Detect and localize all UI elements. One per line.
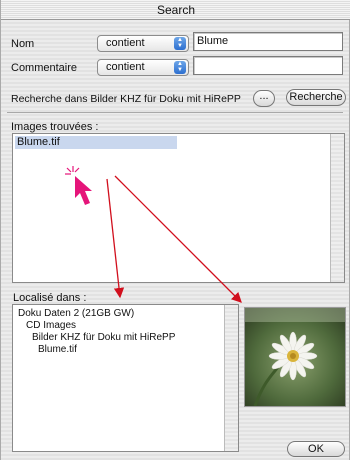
title-bar[interactable]: Search [1, 0, 350, 20]
image-preview [244, 307, 346, 407]
window-title: Search [156, 3, 196, 17]
popup-arrows-icon: ▲ ▼ [174, 37, 186, 50]
tree-item-subfolder[interactable]: Bilder KHZ für Doku mit HiRePP [32, 332, 175, 343]
list-item[interactable]: Blume.tif [15, 136, 177, 149]
comment-label: Commentaire [11, 62, 78, 74]
comment-operator-select[interactable]: contient ▲ ▼ [97, 59, 189, 76]
name-label: Nom [11, 38, 35, 50]
results-list[interactable]: Blume.tif [12, 133, 345, 283]
search-scope-label: Recherche dans Bilder KHZ für Doku mit H… [11, 93, 241, 105]
tree-item-volume[interactable]: Doku Daten 2 (21GB GW) [18, 308, 134, 319]
comment-value-field[interactable] [193, 56, 343, 75]
search-button[interactable]: Recherche [286, 89, 346, 106]
name-operator-select[interactable]: contient ▲ ▼ [97, 35, 189, 52]
tree-item-folder[interactable]: CD Images [26, 320, 76, 331]
results-label: Images trouvées : [11, 121, 99, 133]
popup-arrows-icon: ▲ ▼ [174, 61, 186, 74]
comment-operator-value: contient [106, 61, 145, 73]
location-tree[interactable]: Doku Daten 2 (21GB GW) CD Images Bilder … [12, 304, 239, 452]
browse-folder-button[interactable]: ... [253, 90, 275, 107]
search-window: Search Nom contient ▲ ▼ Blume Commentaire… [0, 0, 350, 460]
results-scrollbar[interactable] [330, 134, 344, 282]
flower-thumbnail [245, 308, 345, 407]
name-operator-value: contient [106, 37, 145, 49]
ok-button[interactable]: OK [287, 441, 345, 457]
name-value-field[interactable]: Blume [193, 32, 343, 51]
location-scrollbar[interactable] [224, 305, 238, 451]
name-value-text: Blume [197, 35, 229, 47]
tree-item-file[interactable]: Blume.tif [38, 344, 77, 355]
divider [7, 112, 343, 113]
location-label: Localisé dans : [13, 292, 87, 304]
